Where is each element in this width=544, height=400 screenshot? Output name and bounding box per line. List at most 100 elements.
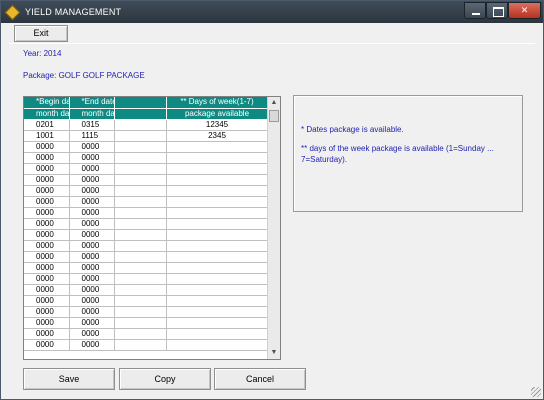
- grid-cell-1[interactable]: 0000: [24, 185, 70, 197]
- grid-cell-2[interactable]: 0000: [69, 306, 115, 318]
- grid-cell-1[interactable]: 0000: [24, 339, 70, 351]
- grid-cell-2[interactable]: 0000: [69, 218, 115, 230]
- grid-cell-4[interactable]: [166, 163, 269, 175]
- grid-cell-3[interactable]: [114, 174, 167, 186]
- grid-cell-4[interactable]: [166, 174, 269, 186]
- scroll-up-icon[interactable]: ▲: [268, 97, 280, 109]
- copy-button[interactable]: Copy: [119, 368, 211, 390]
- grid-cell-2[interactable]: 0000: [69, 163, 115, 175]
- grid-cell-3[interactable]: [114, 262, 167, 274]
- exit-button[interactable]: Exit: [14, 25, 68, 42]
- grid-cell-1[interactable]: 0000: [24, 174, 70, 186]
- grid-cell-2[interactable]: 0000: [69, 273, 115, 285]
- grid-cell-3[interactable]: [114, 152, 167, 164]
- grid-cell-3[interactable]: [114, 306, 167, 318]
- cancel-button[interactable]: Cancel: [214, 368, 306, 390]
- table-row[interactable]: 0201 0315 12345: [24, 119, 269, 131]
- grid-cell-4[interactable]: [166, 218, 269, 230]
- grid-cell-3[interactable]: [114, 284, 167, 296]
- grid-cell-2[interactable]: 0000: [69, 262, 115, 274]
- grid-cell-2[interactable]: 0000: [69, 207, 115, 219]
- grid-cell-1[interactable]: 0000: [24, 317, 70, 329]
- grid-cell-3[interactable]: [114, 163, 167, 175]
- table-row[interactable]: 0000 0000: [24, 295, 269, 307]
- close-button[interactable]: ✕: [508, 2, 541, 19]
- table-row[interactable]: 0000 0000: [24, 284, 269, 296]
- grid-cell-3[interactable]: [114, 141, 167, 153]
- resize-grip-icon[interactable]: [531, 387, 541, 397]
- grid-cell-2[interactable]: 0000: [69, 284, 115, 296]
- grid-cell-3[interactable]: [114, 119, 167, 131]
- table-row[interactable]: 0000 0000: [24, 163, 269, 175]
- grid-cell-4[interactable]: [166, 328, 269, 340]
- table-row[interactable]: 0000 0000: [24, 339, 269, 351]
- grid-cell-1[interactable]: 0000: [24, 251, 70, 263]
- grid-cell-2[interactable]: 0000: [69, 196, 115, 208]
- table-row[interactable]: 0000 0000: [24, 196, 269, 208]
- grid-cell-3[interactable]: [114, 240, 167, 252]
- grid-cell-4[interactable]: [166, 141, 269, 153]
- grid-cell-3[interactable]: [114, 328, 167, 340]
- grid-cell-1[interactable]: 0000: [24, 240, 70, 252]
- grid-cell-2[interactable]: 0000: [69, 185, 115, 197]
- grid-cell-1[interactable]: 1001: [24, 130, 70, 142]
- table-row[interactable]: 0000 0000: [24, 152, 269, 164]
- table-row[interactable]: 0000 0000: [24, 229, 269, 241]
- table-row[interactable]: 0000 0000: [24, 251, 269, 263]
- grid-cell-1[interactable]: 0000: [24, 273, 70, 285]
- grid-cell-2[interactable]: 0000: [69, 339, 115, 351]
- grid-cell-3[interactable]: [114, 196, 167, 208]
- grid-cell-1[interactable]: 0000: [24, 229, 70, 241]
- grid-cell-2[interactable]: 0000: [69, 229, 115, 241]
- grid-cell-4[interactable]: [166, 306, 269, 318]
- grid-cell-2[interactable]: 0000: [69, 295, 115, 307]
- grid-cell-2[interactable]: 0315: [69, 119, 115, 131]
- grid-cell-4[interactable]: [166, 273, 269, 285]
- scroll-thumb[interactable]: [269, 110, 279, 122]
- grid-cell-4[interactable]: 2345: [166, 130, 269, 142]
- grid-cell-3[interactable]: [114, 273, 167, 285]
- grid-scrollbar[interactable]: ▲ ▼: [267, 97, 280, 359]
- grid-cell-4[interactable]: [166, 240, 269, 252]
- grid-cell-1[interactable]: 0000: [24, 295, 70, 307]
- grid-cell-2[interactable]: 0000: [69, 174, 115, 186]
- grid-cell-3[interactable]: [114, 130, 167, 142]
- grid-cell-3[interactable]: [114, 207, 167, 219]
- grid-cell-2[interactable]: 0000: [69, 328, 115, 340]
- table-row[interactable]: 0000 0000: [24, 185, 269, 197]
- grid-cell-4[interactable]: [166, 295, 269, 307]
- grid-cell-4[interactable]: 12345: [166, 119, 269, 131]
- grid-cell-3[interactable]: [114, 218, 167, 230]
- grid-cell-2[interactable]: 0000: [69, 317, 115, 329]
- table-row[interactable]: 0000 0000: [24, 273, 269, 285]
- grid-cell-4[interactable]: [166, 185, 269, 197]
- grid-cell-3[interactable]: [114, 251, 167, 263]
- title-bar[interactable]: YIELD MANAGEMENT ✕: [1, 1, 543, 23]
- table-row[interactable]: 0000 0000: [24, 174, 269, 186]
- grid-cell-3[interactable]: [114, 185, 167, 197]
- date-range-grid[interactable]: *Begin date*End date ** Days of week(1-7)…: [23, 96, 281, 360]
- table-row[interactable]: 0000 0000: [24, 262, 269, 274]
- grid-cell-1[interactable]: 0000: [24, 328, 70, 340]
- grid-cell-1[interactable]: 0201: [24, 119, 70, 131]
- table-row[interactable]: 0000 0000: [24, 218, 269, 230]
- grid-cell-3[interactable]: [114, 339, 167, 351]
- grid-cell-1[interactable]: 0000: [24, 306, 70, 318]
- grid-cell-4[interactable]: [166, 207, 269, 219]
- grid-cell-1[interactable]: 0000: [24, 207, 70, 219]
- grid-cell-4[interactable]: [166, 152, 269, 164]
- grid-cell-2[interactable]: 0000: [69, 152, 115, 164]
- grid-cell-1[interactable]: 0000: [24, 163, 70, 175]
- grid-cell-1[interactable]: 0000: [24, 218, 70, 230]
- grid-cell-4[interactable]: [166, 317, 269, 329]
- table-row[interactable]: 0000 0000: [24, 141, 269, 153]
- grid-cell-3[interactable]: [114, 295, 167, 307]
- grid-cell-2[interactable]: 0000: [69, 240, 115, 252]
- grid-cell-1[interactable]: 0000: [24, 284, 70, 296]
- grid-cell-4[interactable]: [166, 262, 269, 274]
- minimize-button[interactable]: [464, 2, 486, 19]
- table-row[interactable]: 0000 0000: [24, 306, 269, 318]
- scroll-down-icon[interactable]: ▼: [268, 347, 280, 359]
- grid-cell-4[interactable]: [166, 196, 269, 208]
- table-row[interactable]: 1001 1115 2345: [24, 130, 269, 142]
